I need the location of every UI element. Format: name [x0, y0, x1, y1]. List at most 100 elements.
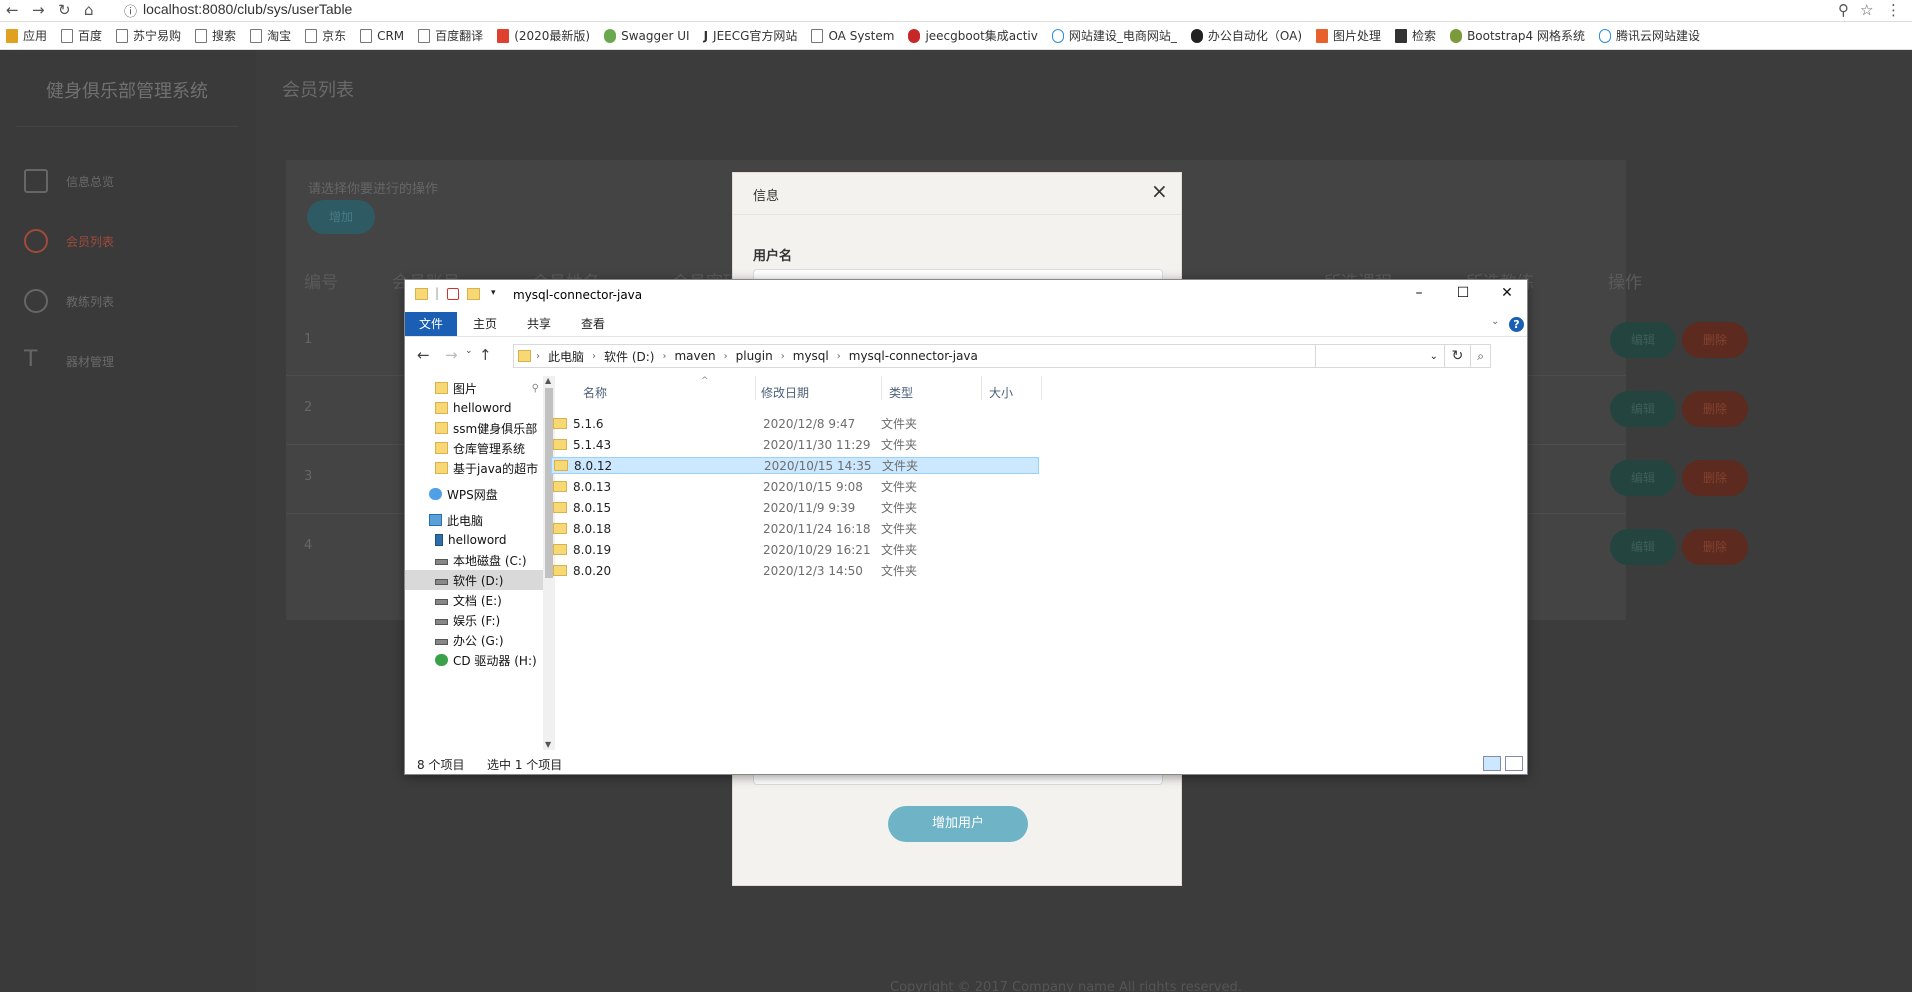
- maximize-icon[interactable]: ☐: [1453, 285, 1473, 301]
- bookmark-item[interactable]: 百度: [61, 27, 102, 44]
- bookmark-item[interactable]: Swagger UI: [604, 28, 690, 43]
- breadcrumb-item[interactable]: mysql: [793, 349, 829, 363]
- minimize-icon[interactable]: –: [1409, 285, 1429, 301]
- up-arrow-icon[interactable]: ↑: [479, 346, 492, 364]
- tab-view[interactable]: 查看: [567, 312, 619, 336]
- column-header-name[interactable]: 名称: [583, 384, 607, 401]
- help-icon[interactable]: ?: [1509, 317, 1524, 332]
- nav-item[interactable]: helloword: [405, 398, 543, 418]
- breadcrumb-item[interactable]: 此电脑: [548, 348, 584, 365]
- file-row[interactable]: 8.0.13 2020/10/15 9:08 文件夹: [551, 478, 1039, 495]
- delete-button[interactable]: 删除: [1682, 391, 1748, 427]
- file-row[interactable]: 5.1.43 2020/11/30 11:29 文件夹: [551, 436, 1039, 453]
- file-row[interactable]: 8.0.18 2020/11/24 16:18 文件夹: [551, 520, 1039, 537]
- nav-item[interactable]: 本地磁盘 (C:): [405, 550, 543, 570]
- delete-button[interactable]: 删除: [1682, 322, 1748, 358]
- nav-item[interactable]: WPS网盘: [405, 484, 543, 504]
- pin-icon[interactable]: ⚲: [1838, 1, 1849, 19]
- edit-button[interactable]: 编辑: [1610, 391, 1676, 427]
- file-row-selected[interactable]: 8.0.12 2020/10/15 14:35 文件夹: [551, 457, 1039, 474]
- bookmark-item[interactable]: 腾讯云网站建设: [1599, 27, 1700, 44]
- scroll-down-icon[interactable]: ▼: [545, 740, 551, 749]
- bookmark-item[interactable]: Bootstrap4 网格系统: [1450, 27, 1585, 44]
- quick-access-dropdown-icon[interactable]: ▾: [491, 288, 496, 298]
- column-header-date[interactable]: 修改日期: [761, 384, 809, 401]
- sidebar-item-coaches[interactable]: 教练列表: [24, 289, 114, 313]
- bookmark-item[interactable]: 图片处理: [1316, 27, 1381, 44]
- column-header-type[interactable]: 类型: [889, 384, 913, 401]
- edit-button[interactable]: 编辑: [1610, 460, 1676, 496]
- expand-ribbon-icon[interactable]: ⌄: [1491, 316, 1499, 327]
- delete-button[interactable]: 删除: [1682, 529, 1748, 565]
- nav-item[interactable]: 图片 ⚲: [405, 378, 543, 398]
- bookmark-item[interactable]: 网站建设_电商网站_: [1051, 27, 1177, 44]
- address-bar[interactable]: › 此电脑 › 软件 (D:) › maven › plugin › mysql › my…: [513, 344, 1445, 368]
- bookmark-item[interactable]: CRM: [360, 28, 404, 43]
- bookmark-item[interactable]: 检索: [1395, 27, 1436, 44]
- bookmark-item[interactable]: 京东: [305, 27, 346, 44]
- nav-item[interactable]: 仓库管理系统: [405, 438, 543, 458]
- back-arrow-icon[interactable]: ←: [417, 346, 430, 364]
- nav-item[interactable]: 文档 (E:): [405, 590, 543, 610]
- bookmark-item[interactable]: 百度翻译: [418, 27, 483, 44]
- details-view-icon[interactable]: [1483, 756, 1501, 771]
- url-field[interactable]: localhost:8080/club/sys/userTable: [143, 1, 352, 17]
- forward-arrow-icon[interactable]: →: [32, 1, 45, 19]
- sidebar-item-members[interactable]: 会员列表: [24, 229, 114, 253]
- bookmark-item[interactable]: 苏宁易购: [116, 27, 181, 44]
- scroll-up-icon[interactable]: ▲: [545, 376, 551, 385]
- tab-home[interactable]: 主页: [459, 312, 511, 336]
- properties-icon[interactable]: [447, 288, 459, 300]
- nav-item[interactable]: 娱乐 (F:): [405, 610, 543, 630]
- info-icon[interactable]: ⓘ: [124, 1, 137, 20]
- add-user-button[interactable]: 增加用户: [888, 806, 1028, 842]
- close-icon[interactable]: ×: [1151, 179, 1168, 203]
- tab-file[interactable]: 文件: [405, 312, 458, 336]
- bookmark-item[interactable]: J JEECG官方网站: [703, 27, 797, 44]
- bookmark-item[interactable]: jeecgboot集成activ: [908, 27, 1038, 44]
- nav-item[interactable]: CD 驱动器 (H:): [405, 650, 543, 670]
- file-row[interactable]: 8.0.20 2020/12/3 14:50 文件夹: [551, 562, 1039, 579]
- nav-item[interactable]: 办公 (G:): [405, 630, 543, 650]
- file-row[interactable]: 5.1.6 2020/12/8 9:47 文件夹: [551, 415, 1039, 432]
- sidebar-item-equipment[interactable]: T 器材管理: [24, 349, 114, 373]
- sidebar-item-overview[interactable]: 信息总览: [24, 169, 114, 193]
- file-row[interactable]: 8.0.19 2020/10/29 16:21 文件夹: [551, 541, 1039, 558]
- explorer-titlebar[interactable]: | ▾ mysql-connector-java – ☐ ✕: [405, 280, 1527, 312]
- breadcrumb-item[interactable]: plugin: [736, 349, 773, 363]
- bookmark-item[interactable]: 淘宝: [250, 27, 291, 44]
- file-row[interactable]: 8.0.15 2020/11/9 9:39 文件夹: [551, 499, 1039, 516]
- bookmark-item[interactable]: 应用: [6, 27, 47, 44]
- breadcrumb-item[interactable]: 软件 (D:): [604, 348, 654, 365]
- pin-icon[interactable]: ⚲: [532, 383, 539, 394]
- bookmark-item[interactable]: 办公自动化（OA): [1190, 27, 1302, 44]
- new-folder-icon[interactable]: [467, 288, 480, 300]
- add-button[interactable]: 增加: [307, 200, 375, 234]
- tab-share[interactable]: 共享: [513, 312, 565, 336]
- home-icon[interactable]: ⌂: [84, 1, 94, 19]
- bookmark-item[interactable]: (2020最新版): [497, 27, 590, 44]
- nav-item[interactable]: 此电脑: [405, 510, 543, 530]
- edit-button[interactable]: 编辑: [1610, 322, 1676, 358]
- search-input[interactable]: ⌕: [1315, 344, 1491, 368]
- column-header-size[interactable]: 大小: [989, 384, 1013, 401]
- bookmark-item[interactable]: 搜索: [195, 27, 236, 44]
- breadcrumb-item[interactable]: maven: [674, 349, 715, 363]
- breadcrumb-item[interactable]: mysql-connector-java: [849, 349, 978, 363]
- back-arrow-icon[interactable]: ←: [6, 1, 19, 19]
- menu-icon[interactable]: ⋮: [1886, 1, 1901, 19]
- nav-item[interactable]: 基于java的超市: [405, 458, 543, 478]
- bookmark-item[interactable]: OA System: [811, 28, 894, 43]
- recent-dropdown-icon[interactable]: ⌄: [465, 346, 473, 356]
- reload-icon[interactable]: ↻: [58, 1, 71, 19]
- large-icons-view-icon[interactable]: [1505, 756, 1523, 771]
- nav-item[interactable]: 软件 (D:): [405, 570, 543, 590]
- forward-arrow-icon[interactable]: →: [445, 346, 458, 364]
- star-icon[interactable]: ☆: [1860, 1, 1873, 19]
- nav-item[interactable]: helloword: [405, 530, 543, 550]
- close-icon[interactable]: ✕: [1497, 285, 1517, 301]
- edit-button[interactable]: 编辑: [1610, 529, 1676, 565]
- nav-item[interactable]: ssm健身俱乐部: [405, 418, 543, 438]
- delete-button[interactable]: 删除: [1682, 460, 1748, 496]
- file-date: 2020/10/15 14:35: [764, 458, 872, 473]
